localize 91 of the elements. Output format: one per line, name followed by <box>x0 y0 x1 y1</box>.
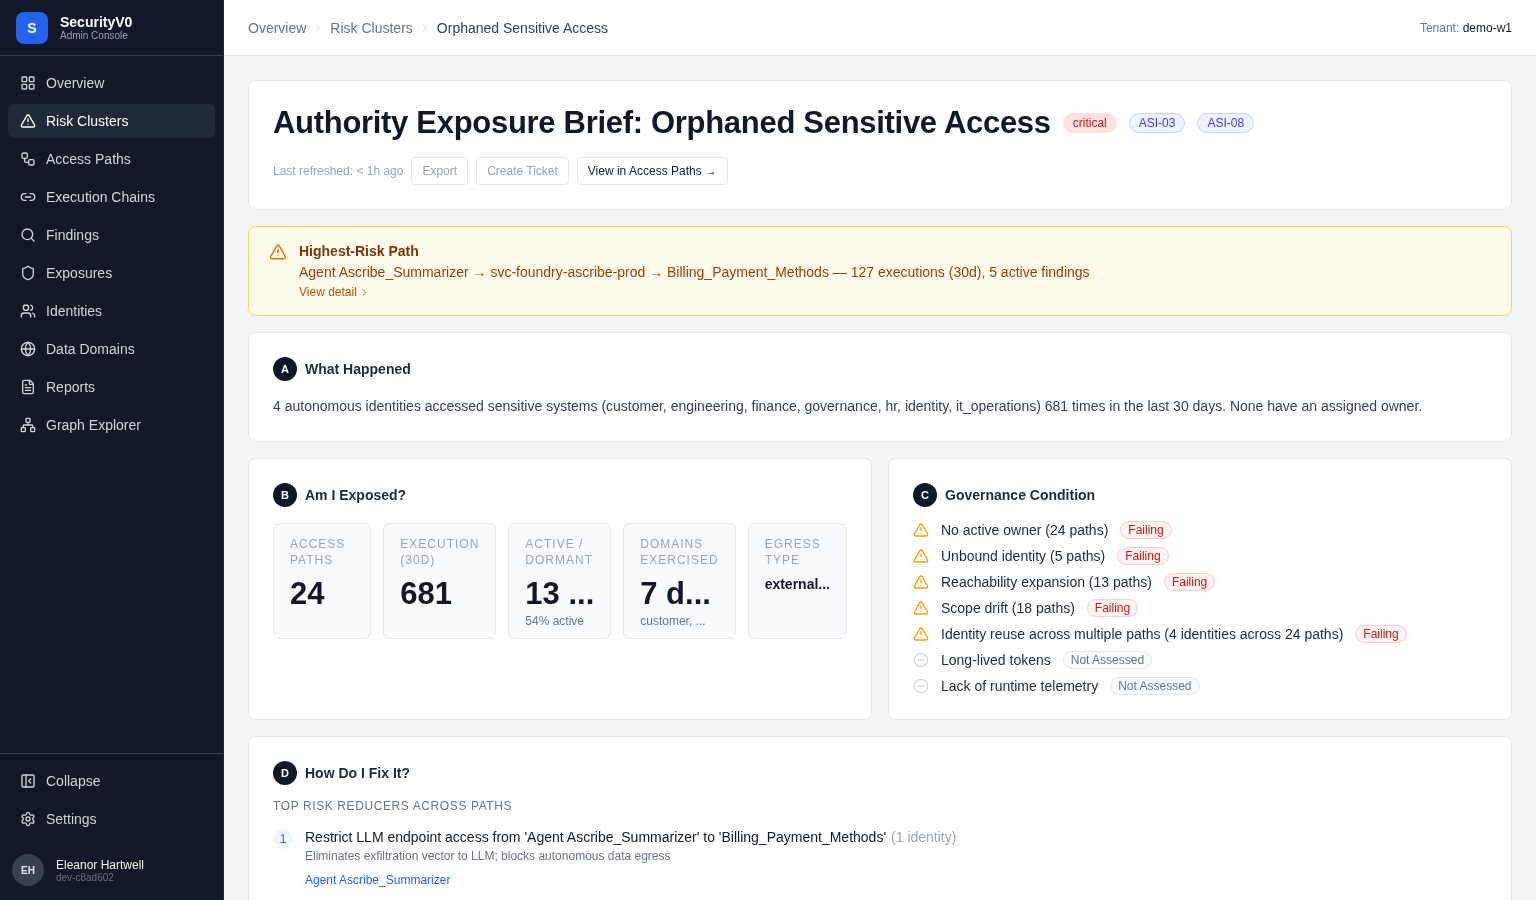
sidebar-item[interactable]: Access Paths <box>8 142 215 176</box>
condition-text: Scope drift (18 paths) <box>941 599 1075 616</box>
alert-text: Agent Ascribe_Summarizer → svc-foundry-ascribe-prod → Billing_Payment_Methods — 127 executions (30d), 5 active findings <box>299 264 1090 280</box>
grid-icon <box>20 75 36 91</box>
nodes-icon <box>20 151 36 167</box>
refresh-time: Last refreshed: < 1h ago <box>273 164 404 178</box>
status-badge: Not Assessed <box>1110 676 1200 695</box>
metric-value: 24 <box>290 575 326 612</box>
metric-label: DOMAINS EXERCISED <box>640 535 719 568</box>
item-number: 1 <box>273 828 293 849</box>
app-subtitle: Admin Console <box>60 30 129 41</box>
sidebar-item[interactable]: Exposures <box>8 256 215 290</box>
hierarchy-icon <box>20 417 36 433</box>
tag: ASI-08 <box>1197 113 1255 133</box>
section-subtitle: TOP RISK REDUCERS ACROSS PATHS <box>273 798 514 813</box>
user-name: Eleanor Hartwell <box>56 857 145 872</box>
metric-label: EGRESS TYPE <box>764 535 822 568</box>
fix-title: Restrict LLM endpoint access from 'Agent Ascribe_Summarizer' to 'Billing_Payment_Methods' <box>305 828 887 845</box>
fix-count: (1 identity) <box>891 828 957 845</box>
warning-icon <box>913 573 929 590</box>
user-id: dev-c8ad602 <box>56 871 115 883</box>
metric-label: ACCESS PATHS <box>290 535 347 568</box>
warning-icon <box>913 547 929 564</box>
sidebar-item[interactable]: Execution Chains <box>8 180 215 214</box>
document-icon <box>20 379 36 395</box>
action-button[interactable]: View in Access Paths → <box>576 157 728 185</box>
tag: critical <box>1062 113 1117 133</box>
condition-text: No active owner (24 paths) <box>941 521 1109 538</box>
status-badge: Failing <box>1120 520 1172 539</box>
section-marker: C <box>913 482 937 507</box>
summary-text: 4 autonomous identities accessed sensitive systems (customer, engineering, finance, governance, hr, identity, it_operations) 681 times in the last 30 days. None have an assigned owner. <box>273 397 1424 416</box>
status-badge: Not Assessed <box>1062 650 1153 669</box>
globe-icon <box>20 341 36 357</box>
status-badge: Failing <box>1117 546 1169 565</box>
metric-value: 13 ... <box>525 575 595 612</box>
settings-icon <box>20 811 36 827</box>
status-badge: Failing <box>1163 572 1216 591</box>
sidebar-item[interactable]: Graph Explorer <box>8 408 215 442</box>
status-badge: Failing <box>1355 624 1407 643</box>
metric-value: 7 d... <box>640 575 712 612</box>
section-title: What Happened <box>305 361 411 377</box>
sidebar-item[interactable]: Risk Clusters <box>8 104 215 138</box>
tenant-label: Tenant: demo-w1 <box>1419 20 1512 35</box>
sidebar-item[interactable]: Settings <box>8 802 215 836</box>
warning-icon <box>20 113 36 129</box>
metric-value: 681 <box>400 575 454 612</box>
logo: S <box>16 11 48 44</box>
user-avatar: EH <box>12 854 44 886</box>
shield-icon <box>20 265 36 281</box>
panel-icon <box>20 773 36 789</box>
condition-text: Reachability expansion (13 paths) <box>941 573 1152 590</box>
minus-circle-icon <box>913 677 929 694</box>
condition-text: Unbound identity (5 paths) <box>941 547 1106 564</box>
condition-text: Long-lived tokens <box>941 651 1051 668</box>
section-title: Am I Exposed? <box>305 486 407 503</box>
minus-circle-icon <box>913 651 929 668</box>
section-marker: D <box>273 760 297 785</box>
section-marker: B <box>273 482 297 507</box>
metric-note: 54% active <box>525 613 586 628</box>
metric-label: EXECUTION (30D) <box>400 535 480 568</box>
sidebar-item[interactable]: Findings <box>8 218 215 252</box>
metric-label: ACTIVE / DORMANT <box>525 535 594 568</box>
sidebar-item[interactable]: Data Domains <box>8 332 215 366</box>
sidebar-item[interactable]: Collapse <box>8 764 215 798</box>
section-title: Governance Condition <box>945 486 1096 503</box>
status-badge: Failing <box>1086 598 1139 617</box>
page-title: Authority Exposure Brief: Orphaned Sensitive Access <box>273 105 1051 141</box>
search-icon <box>20 227 36 243</box>
warning-icon <box>913 599 929 616</box>
warning-icon <box>913 625 929 642</box>
condition-text: Identity reuse across multiple paths (4 identities across 24 paths) <box>941 625 1344 642</box>
alert-title: Highest-Risk Path <box>299 243 420 259</box>
warning-icon <box>913 521 929 538</box>
sidebar-item[interactable]: Identities <box>8 294 215 328</box>
metric-value: external... <box>764 575 830 592</box>
app-name: SecurityV0 <box>60 14 133 30</box>
identity-link[interactable]: Agent Ascribe_Summarizer <box>305 872 451 887</box>
tag: ASI-03 <box>1128 113 1186 133</box>
breadcrumb-link[interactable]: Overview <box>248 19 307 36</box>
warning-icon <box>269 243 287 261</box>
users-icon <box>20 303 36 319</box>
condition-text: Lack of runtime telemetry <box>941 677 1099 694</box>
sidebar-item[interactable]: Overview <box>8 66 215 100</box>
fix-description: Eliminates exfiltration vector to LLM; blocks autonomous data egress <box>305 848 672 863</box>
metric-note: customer, ... <box>640 613 707 628</box>
section-title: How Do I Fix It? <box>305 764 410 781</box>
sidebar-item[interactable]: Reports <box>8 370 215 404</box>
section-marker: A <box>273 357 297 381</box>
breadcrumb-link[interactable]: Risk Clusters <box>330 19 413 36</box>
detail-link[interactable]: View detail <box>299 285 370 299</box>
breadcrumb-current: Orphaned Sensitive Access <box>436 19 609 36</box>
